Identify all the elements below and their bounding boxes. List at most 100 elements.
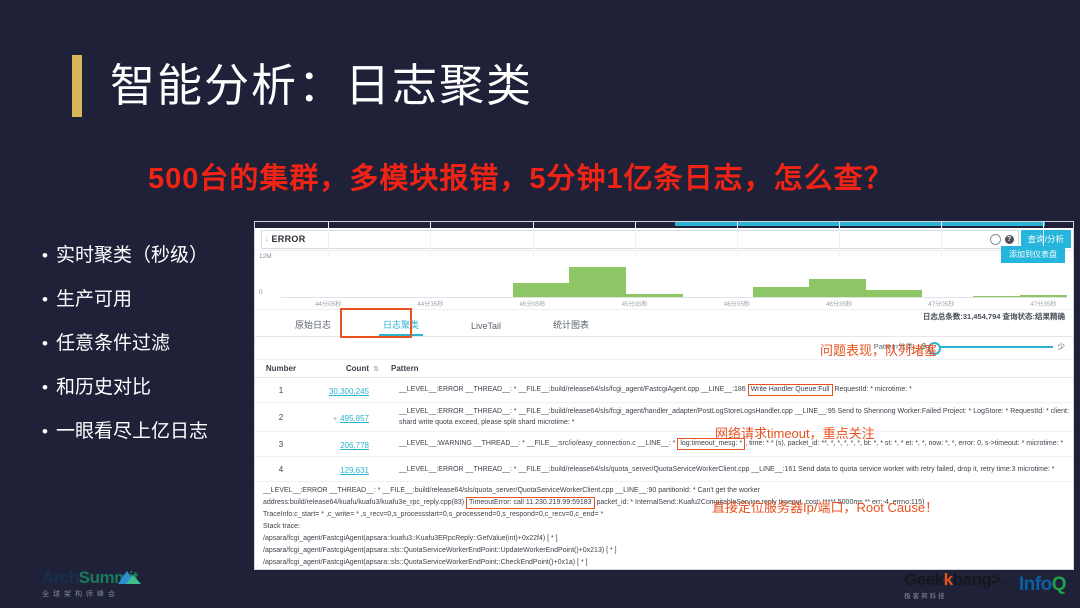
bullet-marker: • xyxy=(42,334,48,353)
geekbang-geek: Geek xyxy=(904,570,944,589)
bullet-label: 实时聚类（秒级） xyxy=(56,245,209,266)
chart-bar[interactable] xyxy=(512,283,570,297)
x-axis-tick-label: 45分35秒 xyxy=(621,301,648,308)
search-input[interactable]: ↓ ERROR ? xyxy=(261,229,1019,249)
title-text: 智能分析：日志聚类 xyxy=(110,60,534,111)
table-header: Number Count ⇅ Pattern xyxy=(255,360,1073,378)
detail-line-7: /apsara/fcgi_agent/FastcgiAgent(apsara::… xyxy=(263,559,588,566)
bullet-marker: • xyxy=(42,422,48,441)
y-axis-tick-bottom: 0 xyxy=(259,289,263,296)
subtitle-text: 500台的集群，多模块报错，5分钟1亿条日志，怎么查？ xyxy=(148,163,894,195)
mountain-icon xyxy=(118,570,142,584)
infoq-logo: InfoQ xyxy=(1018,574,1067,596)
infoq-q: Q xyxy=(1051,574,1067,595)
add-to-dashboard-button[interactable]: 添加到仪表盘 xyxy=(1001,246,1065,263)
x-axis-tick-label: 44分05秒 xyxy=(315,301,342,308)
table-row[interactable]: 3 206,778 __LEVEL__:WARNING __THREAD__: … xyxy=(255,432,1073,457)
bullet-label: 生产可用 xyxy=(56,289,133,310)
table-row[interactable]: 1 30,300,245 __LEVEL__:ERROR __THREAD__:… xyxy=(255,378,1073,403)
chart-gridline xyxy=(634,222,636,258)
row-count-link[interactable]: 129,631 xyxy=(340,466,369,475)
x-axis-tick-label: 46分05秒 xyxy=(723,301,750,308)
gear-icon[interactable] xyxy=(989,233,1001,245)
infoq-info: Info xyxy=(1018,574,1052,595)
chart-gridline xyxy=(328,222,330,258)
log-stats-text: 日志总条数:31,454,794 查询状态:结果精确 xyxy=(922,312,1065,321)
geekbang-k: k xyxy=(943,570,953,589)
table-row[interactable]: 2 +495,857 __LEVEL__:ERROR __THREAD__: *… xyxy=(255,403,1073,432)
expand-icon[interactable]: + xyxy=(333,416,337,423)
y-axis-tick-top: 12M xyxy=(259,253,272,260)
page-title: 智能分析：日志聚类 xyxy=(72,55,533,117)
chart-gridline xyxy=(430,222,432,258)
x-axis-tick-label: 47分05秒 xyxy=(928,301,955,308)
title-accent-bar xyxy=(72,55,82,117)
bullet-list: • 实时聚类（秒级） • 生产可用 • 任意条件过滤 • 和历史对比 • 一眼看… xyxy=(42,245,257,465)
x-axis-tick-label: 47分35秒 xyxy=(1030,301,1057,308)
chart-gridline xyxy=(736,222,738,258)
row-number: 4 xyxy=(278,464,284,474)
column-header-pattern: Pattern xyxy=(391,364,419,373)
timeout-error-highlight: TimeoutError: call 11.230.219.99:59183 xyxy=(466,497,595,509)
annotation-root-cause: 直接定位服务器Ip/端口，Root Cause！ xyxy=(712,500,939,515)
column-header-count: Count xyxy=(345,364,369,373)
geekbang-logo: Geekkbang>. 极客邦科技 xyxy=(904,570,1005,600)
pattern-text-pre: __LEVEL__:WARNING __THREAD__: * __FILE__… xyxy=(399,440,678,447)
row-count-link[interactable]: 30,300,245 xyxy=(329,387,369,396)
x-axis-tick-label: 45分05秒 xyxy=(519,301,546,308)
row-pattern: __LEVEL__:ERROR __THREAD__: * __FILE__:b… xyxy=(399,465,1055,473)
detail-text-pre: address:build/release64/kuafu/kuafu3/kua… xyxy=(263,499,466,506)
bullet-label: 和历史对比 xyxy=(56,377,152,398)
chart-gridline xyxy=(941,222,943,258)
list-item: • 任意条件过滤 xyxy=(42,333,257,355)
row-number: 1 xyxy=(278,385,284,395)
tab-bar: 日志总条数:31,454,794 查询状态:结果精确 原始日志 日志聚类 Liv… xyxy=(255,308,1073,338)
active-tab-highlight-box xyxy=(340,308,412,338)
geekbang-wordmark: Geekkbang>. xyxy=(904,570,1005,590)
help-icon[interactable]: ? xyxy=(1004,234,1014,244)
chart-bar[interactable] xyxy=(569,266,627,297)
browser-tab-strip xyxy=(675,222,1045,226)
pattern-text-pre: __LEVEL__:ERROR __THREAD__: * __FILE__:b… xyxy=(399,386,748,393)
row-number: 3 xyxy=(278,439,284,449)
x-axis-tick-label: 44分35秒 xyxy=(417,301,444,308)
search-bar: ↓ ERROR ? 查询/分析 xyxy=(255,228,1073,251)
bullet-label: 一眼看尽上亿日志 xyxy=(56,421,209,442)
pattern-control-row: Pattern分类: 多 少 xyxy=(255,337,1073,360)
detail-line-2: address:build/release64/kuafu/kuafu3/kua… xyxy=(263,497,1069,509)
list-item: • 和历史对比 xyxy=(42,377,257,399)
row-number: 2 xyxy=(278,412,284,422)
archsummit-arch: Arch xyxy=(42,568,79,587)
tab-stat-charts[interactable]: 统计图表 xyxy=(527,318,615,336)
bullet-marker: • xyxy=(42,246,48,265)
x-axis-line xyxy=(281,297,1067,298)
chart-bar[interactable] xyxy=(809,278,866,297)
pattern-slider[interactable] xyxy=(927,341,1053,355)
chart-bar[interactable] xyxy=(752,287,810,297)
chart-bars xyxy=(281,222,1067,297)
sort-icon[interactable]: ⇅ xyxy=(369,365,383,373)
tab-livetail[interactable]: LiveTail xyxy=(445,321,527,336)
sponsor-logos: Geekkbang>. 极客邦科技 InfoQ xyxy=(904,570,1066,600)
chart-bar[interactable] xyxy=(865,289,923,297)
row-count-link[interactable]: 206,778 xyxy=(340,441,369,450)
chevron-down-icon[interactable]: ↓ xyxy=(262,236,272,243)
pattern-text-post: RequestId: * microtime: * xyxy=(832,386,912,393)
pattern-highlight: Write Handler Queue:Full xyxy=(747,384,833,396)
chart-gridline xyxy=(839,222,841,258)
list-item: • 一眼看尽上亿日志 xyxy=(42,421,257,443)
search-query-text: ERROR xyxy=(271,234,306,244)
detail-line-1: __LEVEL__:ERROR __THREAD__: * __FILE__:b… xyxy=(263,487,760,494)
list-item: • 生产可用 xyxy=(42,289,257,311)
archsummit-logo: ArchSummit 全球架构师峰会 xyxy=(42,568,142,599)
annotation-queue-blocked: 问题表现，队列堵塞 xyxy=(820,343,938,358)
column-header-number: Number xyxy=(265,364,297,373)
table-row[interactable]: 4 129,631 __LEVEL__:ERROR __THREAD__: * … xyxy=(255,457,1073,482)
chart-plot-area xyxy=(281,222,1067,297)
detail-line-5: /apsara/fcgi_agent/FastcgiAgent(apsara::… xyxy=(263,535,558,542)
detail-line-4: Stack trace: xyxy=(263,523,300,530)
x-axis-tick-label: 46分35秒 xyxy=(825,301,853,308)
geekbang-tagline: 极客邦科技 xyxy=(904,593,947,600)
geekbang-bang: bang>. xyxy=(952,570,1006,589)
row-count-link[interactable]: 495,857 xyxy=(340,414,369,423)
